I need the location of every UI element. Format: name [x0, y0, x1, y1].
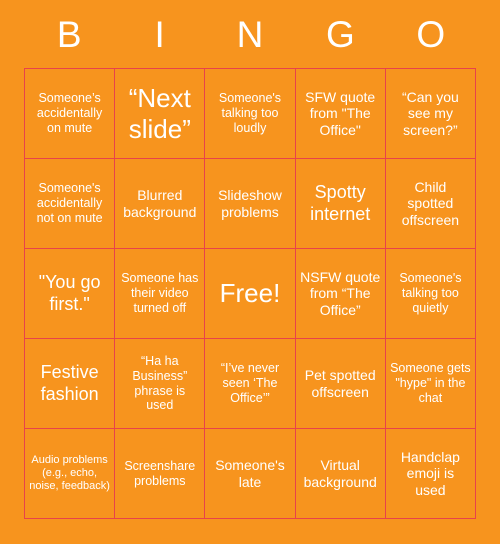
bingo-cell[interactable]: "You go first."	[25, 249, 116, 339]
bingo-cell[interactable]: Someone's accidentally not on mute	[25, 159, 116, 249]
header-letter-o: O	[416, 13, 446, 55]
bingo-cell[interactable]: Blurred background	[115, 159, 206, 249]
bingo-cell[interactable]: “Can you see my screen?”	[385, 69, 476, 159]
bingo-cell[interactable]: Pet spotted offscreen	[295, 339, 386, 429]
bingo-cell[interactable]: Child spotted offscreen	[385, 159, 476, 249]
bingo-cell[interactable]: “Ha ha Business” phrase is used	[115, 339, 206, 429]
bingo-card: B I N G O Someone’s accidentally on mute…	[0, 0, 500, 544]
bingo-cell[interactable]: Spotty internet	[295, 159, 386, 249]
bingo-cell[interactable]: NSFW quote from “The Office”	[295, 249, 386, 339]
bingo-header: B I N G O	[24, 0, 476, 68]
bingo-cell[interactable]: “Next slide”	[115, 69, 206, 159]
bingo-cell[interactable]: Slideshow problems	[205, 159, 296, 249]
bingo-cell[interactable]: Someone’s accidentally on mute	[25, 69, 116, 159]
bingo-cell[interactable]: Someone gets "hype" in the chat	[385, 339, 476, 429]
header-letter-b: B	[56, 13, 82, 55]
bingo-cell[interactable]: Virtual background	[295, 429, 386, 519]
bingo-cell[interactable]: “I’ve never seen ‘The Office’”	[205, 339, 296, 429]
bingo-cell[interactable]: Festive fashion	[25, 339, 116, 429]
bingo-cell[interactable]: Someone's talking too loudly	[205, 69, 296, 159]
bingo-cell[interactable]: Someone's late	[205, 429, 296, 519]
bingo-cell[interactable]: Someone's talking too quietly	[385, 249, 476, 339]
header-letter-n: N	[236, 13, 264, 55]
bingo-cell[interactable]: Audio problems (e.g., echo, noise, feedb…	[25, 429, 116, 519]
bingo-cell[interactable]: Someone has their video turned off	[115, 249, 206, 339]
bingo-grid: Someone’s accidentally on mute “Next slid…	[24, 68, 476, 519]
header-letter-i: I	[154, 13, 165, 55]
bingo-cell[interactable]: Handclap emoji is used	[385, 429, 476, 519]
bingo-cell-free[interactable]: Free!	[205, 249, 296, 339]
bingo-cell[interactable]: Screenshare problems	[115, 429, 206, 519]
header-letter-g: G	[326, 13, 355, 55]
bingo-cell[interactable]: SFW quote from "The Office"	[295, 69, 386, 159]
